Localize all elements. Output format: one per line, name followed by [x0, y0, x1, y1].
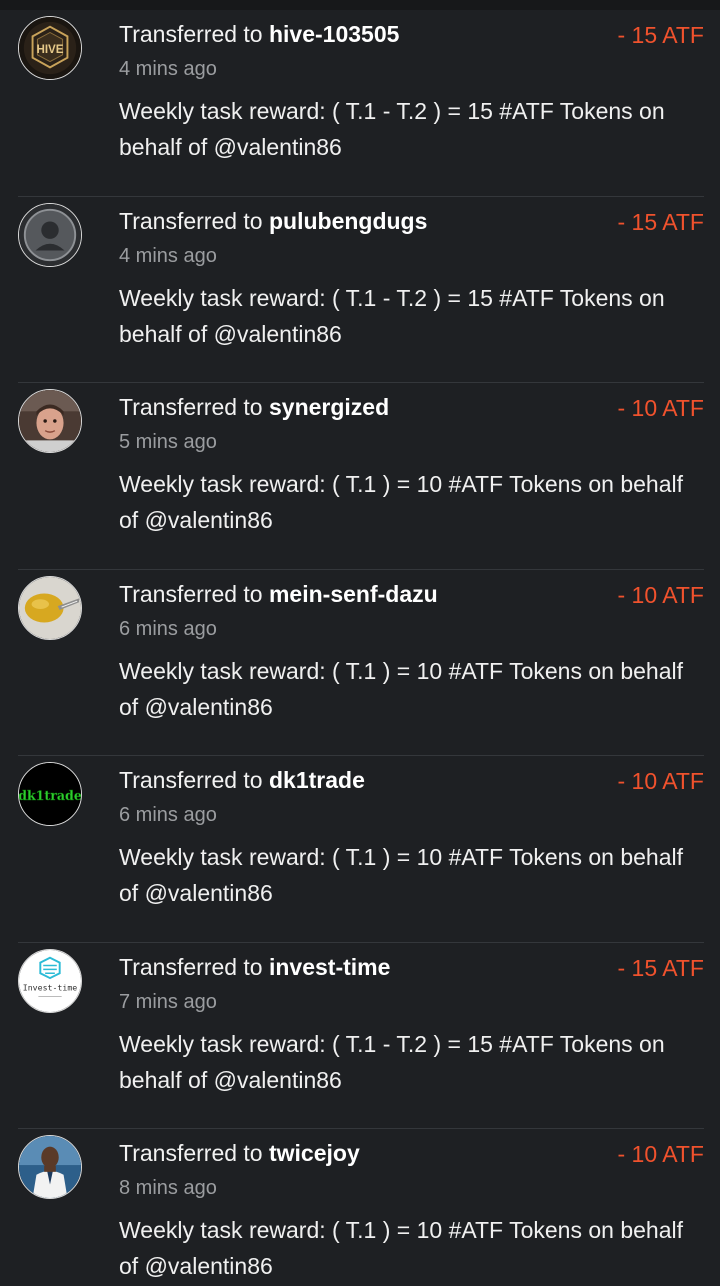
recipient-link[interactable]: synergized — [269, 394, 389, 420]
hive-logo-icon: HIVE — [19, 17, 81, 79]
transfer-title: Transferred to dk1trade — [119, 767, 365, 794]
transfer-time: 5 mins ago — [119, 431, 217, 453]
transfer-prefix: Transferred to — [119, 953, 269, 980]
transfer-time: 4 mins ago — [119, 244, 217, 267]
transfer-amount: - 10 ATF — [617, 1141, 705, 1167]
transfer-item[interactable]: Transferred to twicejoy - 10 ATF 8 mins … — [18, 1129, 704, 1286]
transfer-memo: Weekly task reward: ( T.1 ) = 10 #ATF To… — [119, 657, 683, 720]
transfer-item[interactable]: Transferred to synergized - 10 ATF 5 min… — [18, 383, 704, 570]
dk1trade-logo-icon: dk1trade — [19, 763, 81, 825]
transfer-memo: Weekly task reward: ( T.1 - T.2 ) = 15 #… — [119, 284, 665, 347]
hive-logo-text: HIVE — [36, 43, 63, 56]
transfer-item[interactable]: dk1trade Transferred to dk1trade - 10 AT… — [18, 756, 704, 943]
transfer-prefix: Transferred to — [119, 21, 269, 47]
transfer-memo: Weekly task reward: ( T.1 - T.2 ) = 15 #… — [119, 98, 665, 160]
transfer-amount: - 15 ATF — [617, 22, 705, 48]
avatar[interactable]: dk1trade — [18, 762, 82, 826]
recipient-link[interactable]: mein-senf-dazu — [269, 581, 438, 607]
transfer-title: Transferred to twicejoy — [119, 1140, 360, 1167]
transfer-title: Transferred to hive-103505 — [119, 21, 399, 48]
transfer-amount: - 10 ATF — [617, 768, 705, 794]
transfer-prefix: Transferred to — [119, 394, 269, 420]
transfer-amount: - 15 ATF — [617, 208, 705, 235]
avatar[interactable] — [18, 575, 82, 640]
transfer-time: 4 mins ago — [119, 58, 217, 80]
transfer-title: Transferred to invest-time — [119, 954, 390, 981]
invest-time-logo-text: Invest-time — [23, 982, 77, 992]
avatar[interactable] — [18, 389, 82, 453]
top-bar — [0, 0, 720, 10]
transfer-amount: - 10 ATF — [617, 581, 705, 608]
transfer-time: 6 mins ago — [119, 617, 217, 640]
transfer-prefix: Transferred to — [119, 207, 269, 234]
avatar[interactable] — [18, 1135, 82, 1199]
transfer-memo: Weekly task reward: ( T.1 ) = 10 #ATF To… — [119, 1217, 683, 1279]
face-photo-icon — [19, 390, 81, 452]
transfer-time: 6 mins ago — [119, 804, 217, 826]
recipient-link[interactable]: twicejoy — [269, 1140, 360, 1166]
recipient-link[interactable]: pulubengdugs — [269, 208, 427, 234]
transfer-time: 7 mins ago — [119, 990, 217, 1013]
default-user-icon — [19, 203, 81, 266]
transfer-title: Transferred to synergized — [119, 394, 389, 421]
invest-time-logo-icon: Invest-time — [19, 949, 81, 1012]
transfer-time: 8 mins ago — [119, 1177, 217, 1199]
person-photo-icon — [19, 1136, 81, 1198]
transfer-prefix: Transferred to — [119, 1140, 269, 1166]
transfer-amount: - 15 ATF — [617, 954, 705, 981]
avatar[interactable] — [18, 202, 82, 267]
avatar[interactable]: HIVE — [18, 16, 82, 80]
transfer-prefix: Transferred to — [119, 580, 269, 607]
transfer-title: Transferred to mein-senf-dazu — [119, 581, 438, 608]
transfer-amount: - 10 ATF — [617, 395, 705, 421]
dk1trade-logo-text: dk1trade — [19, 788, 81, 803]
transfer-prefix: Transferred to — [119, 767, 269, 793]
avatar[interactable]: Invest-time — [18, 948, 82, 1013]
transfer-memo: Weekly task reward: ( T.1 - T.2 ) = 15 #… — [119, 1030, 665, 1093]
transfer-title: Transferred to pulubengdugs — [119, 208, 427, 235]
transfer-item[interactable]: HIVE Transferred to hive-103505 - 15 ATF… — [18, 10, 704, 197]
recipient-link[interactable]: hive-103505 — [269, 21, 399, 47]
mustard-photo-icon — [19, 576, 81, 639]
transfer-item[interactable]: Transferred to mein-senf-dazu - 10 ATF 6… — [18, 570, 705, 756]
recipient-link[interactable]: dk1trade — [269, 767, 365, 793]
recipient-link[interactable]: invest-time — [269, 954, 390, 980]
transfer-item[interactable]: Transferred to pulubengdugs - 15 ATF 4 m… — [18, 197, 705, 383]
transfer-memo: Weekly task reward: ( T.1 ) = 10 #ATF To… — [119, 844, 683, 906]
transfer-list: HIVE Transferred to hive-103505 - 15 ATF… — [0, 10, 720, 1286]
transfer-memo: Weekly task reward: ( T.1 ) = 10 #ATF To… — [119, 471, 683, 533]
transfer-item[interactable]: Invest-time Transferred to invest-time -… — [18, 943, 705, 1129]
